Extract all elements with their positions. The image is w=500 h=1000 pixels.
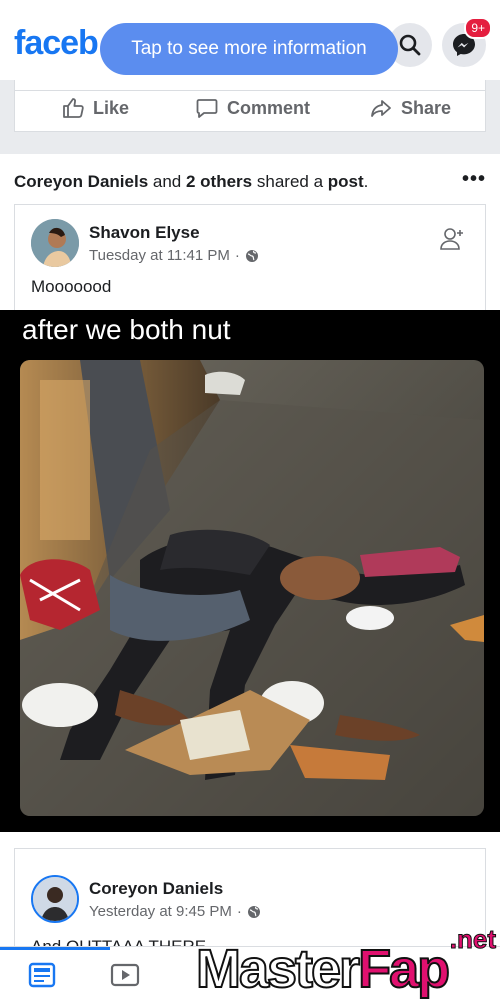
info-toast[interactable]: Tap to see more information: [100, 23, 398, 75]
inner-post: Shavon Elyse Tuesday at 11:41 PM · Moooo…: [14, 204, 486, 314]
facebook-logo[interactable]: faceb: [14, 24, 99, 63]
share-button[interactable]: Share: [369, 96, 451, 120]
video-icon: [110, 963, 140, 987]
post-author[interactable]: Shavon Elyse: [89, 223, 200, 243]
active-tab-indicator: [0, 947, 110, 950]
avatar[interactable]: [31, 875, 79, 923]
meta-separator: ·: [236, 903, 242, 920]
add-friend-icon: [440, 228, 463, 250]
shared-header: Coreyon Daniels and 2 others shared a po…: [14, 172, 368, 192]
more-icon[interactable]: •••: [462, 168, 486, 191]
globe-icon: [247, 905, 260, 918]
meme-caption: after we both nut: [22, 314, 231, 345]
share-label: Share: [401, 97, 452, 118]
watermark-brand-a: Master: [195, 938, 361, 1000]
globe-icon: [245, 249, 258, 262]
comment-button[interactable]: Comment: [195, 96, 310, 120]
shared-and: and: [152, 172, 182, 191]
like-label: Like: [93, 97, 130, 118]
comment-icon: [196, 99, 218, 118]
previous-post-actions: Like Comment Share: [14, 80, 486, 132]
share-icon: [371, 100, 391, 117]
avatar[interactable]: [31, 219, 79, 267]
post-timestamp[interactable]: Yesterday at 9:45 PM: [89, 903, 232, 920]
post-image[interactable]: after we both nut: [0, 310, 500, 832]
shared-period: .: [363, 172, 369, 191]
post-meta: Yesterday at 9:45 PM ·: [89, 903, 261, 920]
top-bar: faceb 9+ Tap to see more information: [0, 0, 500, 80]
post-author[interactable]: Coreyon Daniels: [89, 879, 223, 899]
like-icon: [63, 98, 84, 118]
others-link[interactable]: 2 others: [186, 172, 252, 191]
news-feed-icon: [28, 962, 56, 988]
watermark-logo: MasterFap .net: [190, 924, 500, 1000]
post-text: Mooooood: [31, 277, 112, 296]
tab-watch[interactable]: [110, 961, 140, 994]
post-meta: Tuesday at 11:41 PM ·: [89, 247, 259, 264]
watermark-tld: .net: [449, 924, 496, 955]
sharer-name[interactable]: Coreyon Daniels: [14, 172, 148, 191]
notification-badge: 9+: [464, 17, 492, 39]
messenger-button[interactable]: 9+: [442, 17, 492, 67]
meta-separator: ·: [234, 247, 240, 264]
watermark-brand-b: Fap: [357, 938, 451, 1000]
watermark-text: MasterFap: [195, 938, 451, 1000]
tab-news-feed[interactable]: [28, 961, 56, 994]
post-link[interactable]: post: [328, 172, 364, 191]
shared-text: shared a: [256, 172, 324, 191]
divider: [15, 90, 485, 91]
add-friend-button[interactable]: [439, 225, 467, 258]
post-timestamp[interactable]: Tuesday at 11:41 PM: [89, 247, 230, 264]
page: faceb 9+ Tap to see more information Lik…: [0, 0, 500, 1000]
street-photo: [20, 360, 484, 816]
search-icon: [399, 34, 421, 56]
like-button[interactable]: Like: [61, 96, 129, 120]
comment-label: Comment: [227, 97, 311, 118]
